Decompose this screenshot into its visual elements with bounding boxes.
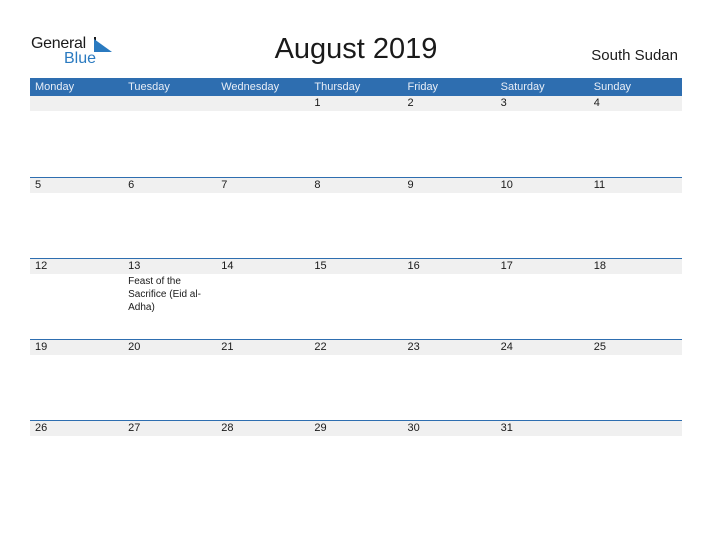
day-number: [35, 96, 123, 111]
day-number: [221, 96, 309, 111]
day-cell: 23: [403, 340, 496, 355]
country-label: South Sudan: [591, 47, 678, 64]
week-row: 19 20 21 22 23 24 25: [30, 339, 682, 419]
day-cell: 25: [589, 340, 682, 355]
day-cell: 22: [309, 340, 402, 355]
day-cell: [589, 421, 682, 436]
day-cell: 27: [123, 421, 216, 436]
day-cell: 6: [123, 178, 216, 193]
day-number: 29: [314, 422, 327, 434]
day-cell: 3: [496, 96, 589, 111]
week-cells: 19 20 21 22 23 24 25: [30, 340, 682, 355]
day-number: 27: [128, 422, 141, 434]
day-number: 2: [407, 97, 414, 109]
day-cell: 9: [403, 178, 496, 193]
day-number: [128, 96, 216, 111]
day-cell: 15: [309, 259, 402, 314]
week-cells: 5 6 7 8 9 10 11: [30, 178, 682, 193]
day-cell: 1: [309, 96, 402, 111]
day-cell: 12: [30, 259, 123, 314]
day-cell: [123, 96, 216, 111]
week-row: 12 13 Feast of the Sacrifice (Eid al-Adha)…: [30, 258, 682, 338]
day-number: 13: [128, 260, 141, 272]
weekday-saturday: Saturday: [500, 81, 545, 93]
week-row: 5 6 7 8 9 10 11: [30, 177, 682, 257]
day-cell: 24: [496, 340, 589, 355]
day-number: 4: [593, 97, 600, 109]
day-number: 8: [314, 179, 321, 191]
day-number: 30: [407, 422, 420, 434]
day-number: 22: [314, 341, 327, 353]
day-cell: 31: [496, 421, 589, 436]
day-cell: 29: [309, 421, 402, 436]
day-number: 25: [593, 341, 606, 353]
day-number: 23: [407, 341, 420, 353]
day-number: 12: [35, 260, 48, 272]
day-cell: 2: [403, 96, 496, 111]
weekday-friday: Friday: [407, 81, 439, 93]
week-row: 1 2 3 4: [30, 95, 682, 175]
holiday-event: Feast of the Sacrifice (Eid al-Adha): [128, 276, 201, 313]
day-cell: 14: [216, 259, 309, 314]
day-cell: 28: [216, 421, 309, 436]
week-cells: 1 2 3 4: [30, 96, 682, 111]
weekday-header: Monday Tuesday Wednesday Thursday Friday…: [30, 78, 682, 96]
day-cell: 11: [589, 178, 682, 193]
day-cell: 13 Feast of the Sacrifice (Eid al-Adha): [123, 259, 216, 314]
day-cell: 19: [30, 340, 123, 355]
day-cell: 5: [30, 178, 123, 193]
day-cell: 21: [216, 340, 309, 355]
day-number: 24: [500, 341, 513, 353]
week-cells: 12 13 Feast of the Sacrifice (Eid al-Adha)…: [30, 259, 682, 314]
weekday-monday: Monday: [35, 81, 75, 93]
day-number: 17: [500, 260, 513, 272]
weekday-thursday: Thursday: [314, 81, 361, 93]
weekday-sunday: Sunday: [593, 81, 632, 93]
day-number: 1: [314, 97, 321, 109]
day-number: 19: [35, 341, 48, 353]
day-cell: 17: [496, 259, 589, 314]
day-number: 7: [221, 179, 228, 191]
day-cell: 8: [309, 178, 402, 193]
day-number: 3: [500, 97, 507, 109]
day-cell: 16: [403, 259, 496, 314]
day-number: 5: [35, 179, 42, 191]
day-cell: 20: [123, 340, 216, 355]
day-cell: 7: [216, 178, 309, 193]
day-cell: 26: [30, 421, 123, 436]
day-number: 20: [128, 341, 141, 353]
day-cell: 10: [496, 178, 589, 193]
day-number: 6: [128, 179, 135, 191]
day-number: 10: [500, 179, 513, 191]
day-cell: [216, 96, 309, 111]
day-cell: 18: [589, 259, 682, 314]
day-number: 16: [407, 260, 420, 272]
week-row: 26 27 28 29 30 31: [30, 420, 682, 500]
day-number: 18: [593, 260, 606, 272]
day-number: [594, 421, 682, 436]
day-number: 14: [221, 260, 234, 272]
week-cells: 26 27 28 29 30 31: [30, 421, 682, 436]
day-number: 21: [221, 341, 234, 353]
day-cell: 30: [403, 421, 496, 436]
weekday-tuesday: Tuesday: [128, 81, 170, 93]
day-cell: 4: [589, 96, 682, 111]
day-number: 15: [314, 260, 327, 272]
day-cell: [30, 96, 123, 111]
day-number: 11: [593, 179, 606, 191]
day-number: 31: [500, 422, 513, 434]
day-number: 26: [35, 422, 48, 434]
weekday-wednesday: Wednesday: [221, 81, 280, 93]
day-number: 28: [221, 422, 234, 434]
day-number: 9: [407, 179, 414, 191]
